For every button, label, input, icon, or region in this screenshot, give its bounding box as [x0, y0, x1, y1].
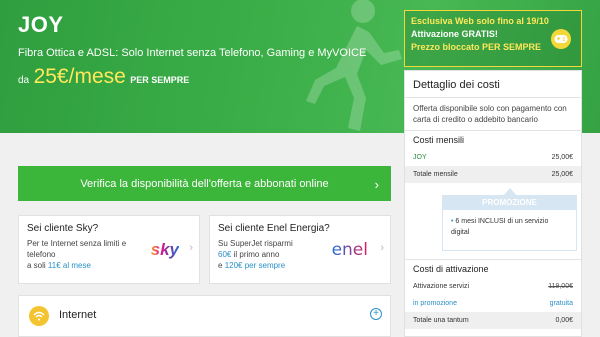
promotion-title: PROMOZIONE [443, 196, 576, 210]
internet-section-header[interactable]: Internet + [18, 295, 391, 337]
enel-line1-prefix: Su [218, 239, 228, 248]
price-suffix: PER SEMPRE [130, 75, 190, 85]
monthly-total-value: 25,00€ [551, 171, 573, 178]
monthly-row-value: 25,00€ [551, 154, 573, 161]
monthly-row-label: JOY [413, 154, 427, 161]
activation-total-value: 0,00€ [555, 317, 573, 324]
verify-availability-button[interactable]: Verifica la disponibilità dell'offerta e… [18, 166, 391, 201]
sky-logo: sky [150, 240, 179, 259]
sky-price-prefix: a soli [27, 261, 46, 270]
promo-line-1: Esclusiva Web solo fino al 19/10 [411, 16, 549, 26]
cost-details-panel: Dettaglio dei costi Offerta disponibile … [404, 70, 582, 337]
monthly-costs-title: Costi mensili [405, 130, 581, 149]
price-prefix: da [18, 75, 30, 86]
runner-silhouette-icon [306, 0, 402, 131]
promotion-bullet: • [451, 218, 454, 225]
activation-total-label: Totale una tantum [413, 317, 469, 324]
sky-card-title: Sei cliente Sky? [27, 223, 99, 234]
price-value: 25€/mese [33, 65, 126, 88]
enel-first-year-text: il primo anno [233, 250, 280, 259]
activation-row-total: Totale una tantum 0,00€ [405, 312, 581, 329]
monthly-total-label: Totale mensile [413, 171, 458, 178]
verify-button-label: Verifica la disponibilità dell'offerta e… [80, 177, 329, 190]
gamepad-icon [551, 29, 571, 49]
enel-forever-amount: 120€ per sempre [224, 261, 286, 270]
promotion-text: 6 mesi INCLUSI di un servizio digital [451, 218, 549, 236]
expand-plus-icon[interactable]: + [370, 308, 382, 320]
monthly-row-total: Totale mensile 25,00€ [405, 166, 581, 183]
page-title: JOY [18, 12, 64, 37]
sky-price: 11€ al mese [47, 261, 91, 270]
activation-row-label: Attivazione servizi [413, 283, 470, 290]
sky-card-body: Per te Internet senza limiti e telefono … [27, 238, 137, 271]
activation-promo-value: gratuita [549, 300, 573, 307]
enel-card-title: Sei cliente Enel Energia? [218, 223, 330, 234]
page-subtitle: Fibra Ottica e ADSL: Solo Internet senza… [18, 47, 367, 59]
monthly-row-joy: JOY 25,00€ [405, 149, 581, 166]
enel-line1-suffix: risparmi [264, 239, 293, 248]
chevron-right-icon: › [380, 242, 384, 254]
chevron-right-icon: › [374, 177, 379, 192]
promotion-box: PROMOZIONE • 6 mesi INCLUSI di un serviz… [442, 188, 577, 251]
enel-first-year-amount: 60€ [218, 250, 232, 259]
enel-line3-prefix: e [218, 261, 223, 270]
activation-costs-title: Costi di attivazione [405, 259, 581, 278]
sky-card-line-2: a soli 11€ al mese [27, 260, 137, 271]
activation-row-promo: in promozione gratuita [405, 295, 581, 312]
enel-card-line-3: e 120€ per sempre [218, 260, 382, 271]
promotion-body: • 6 mesi INCLUSI di un servizio digital [443, 210, 576, 244]
cost-details-note: Offerta disponibile solo con pagamento c… [413, 104, 567, 124]
activation-promo-label: in promozione [413, 300, 457, 307]
enel-logo: enel [331, 240, 368, 260]
hero-price: da 25€/mese PER SEMPRE [18, 65, 189, 89]
activation-row-value: 119,00€ [548, 283, 573, 290]
internet-section-label: Internet [59, 309, 97, 321]
enel-customer-card[interactable]: Sei cliente Enel Energia? Su SuperJet ri… [209, 215, 391, 284]
promotion-pointer [503, 188, 517, 196]
sky-card-line-1: Per te Internet senza limiti e telefono [27, 239, 127, 259]
chevron-right-icon: › [189, 242, 193, 254]
activation-row-services: Attivazione servizi 119,00€ [405, 278, 581, 295]
promo-line-3: Prezzo bloccato PER SEMPRE [411, 42, 542, 52]
sky-customer-card[interactable]: Sei cliente Sky? Per te Internet senza l… [18, 215, 200, 284]
cost-details-title: Dettaglio dei costi [405, 71, 581, 98]
promo-banner: Esclusiva Web solo fino al 19/10 Attivaz… [404, 10, 582, 67]
internet-icon [29, 306, 49, 326]
enel-brand: SuperJet [230, 239, 263, 248]
